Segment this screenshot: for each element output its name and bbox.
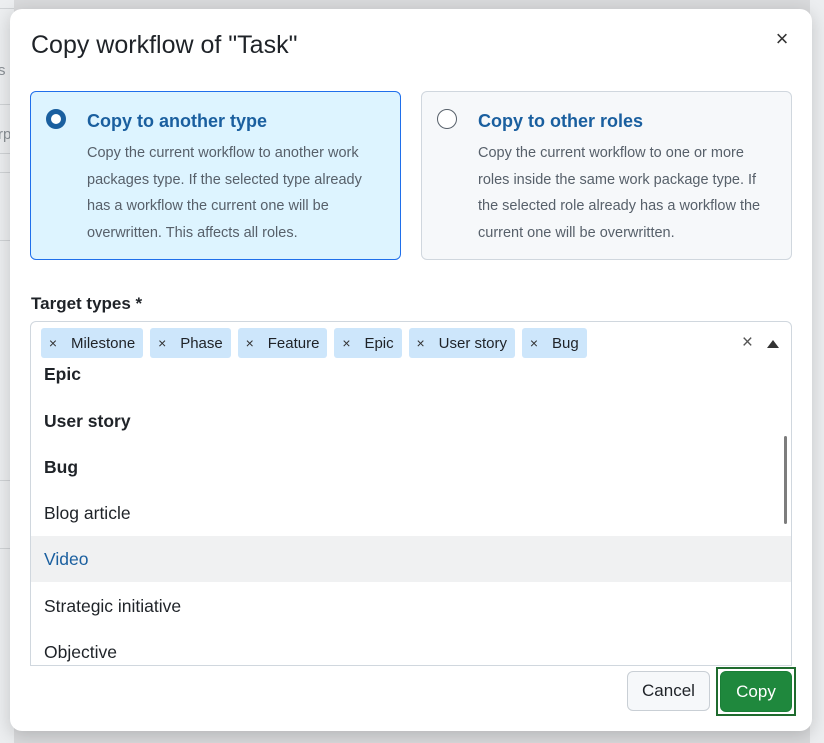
clear-all-icon[interactable]: × xyxy=(742,332,753,354)
option-copy-to-another-type[interactable]: Copy to another type Copy the current wo… xyxy=(30,91,401,260)
option-description: Copy the current workflow to one or more… xyxy=(478,145,761,241)
option-copy-to-other-roles[interactable]: Copy to other roles Copy the current wor… xyxy=(421,91,792,260)
dropdown-item-user-story[interactable]: User story xyxy=(31,398,791,444)
chip-epic: × Epic xyxy=(334,328,402,358)
chip-label: Milestone xyxy=(71,334,136,352)
option-description: Copy the current workflow to another wor… xyxy=(87,145,362,241)
backdrop-divider xyxy=(0,8,14,9)
caret-up-icon[interactable] xyxy=(767,340,779,348)
dropdown-scrollbar[interactable] xyxy=(784,436,787,524)
chip-user-story: × User story xyxy=(408,328,515,358)
target-types-label: Target types * xyxy=(31,294,143,313)
target-types-select[interactable]: × Milestone × Phase × Feature × Epic × U… xyxy=(30,321,792,365)
chip-label: Epic xyxy=(364,334,394,352)
chip-label: Phase xyxy=(180,334,223,352)
chip-bug: × Bug xyxy=(521,328,587,358)
chip-remove-icon[interactable]: × xyxy=(334,335,358,351)
chip-remove-icon[interactable]: × xyxy=(150,335,174,351)
chip-remove-icon[interactable]: × xyxy=(522,335,546,351)
chip-label: Feature xyxy=(267,334,320,352)
cancel-button[interactable]: Cancel xyxy=(627,671,710,711)
chip-phase: × Phase xyxy=(150,328,231,358)
copy-button[interactable]: Copy xyxy=(720,671,792,712)
chip-milestone: × Milestone xyxy=(41,328,144,358)
radio-copy-to-another-type[interactable] xyxy=(46,109,66,129)
dropdown-item-strategic-initiative[interactable]: Strategic initiative xyxy=(31,583,791,629)
option-title: Copy to another type xyxy=(87,111,268,131)
backdrop-right xyxy=(810,0,824,743)
dropdown-item-epic[interactable]: Epic xyxy=(31,364,791,397)
chip-remove-icon[interactable]: × xyxy=(238,335,262,351)
dialog-title: Copy workflow of "Task" xyxy=(31,31,298,59)
close-icon[interactable]: × xyxy=(770,26,794,51)
chip-label: User story xyxy=(438,334,507,352)
backdrop-fragment: s xyxy=(0,62,6,79)
dropdown-item-blog-article[interactable]: Blog article xyxy=(31,490,791,536)
target-types-dropdown: Epic User story Bug Blog article Video S… xyxy=(30,364,792,666)
radio-copy-to-other-roles[interactable] xyxy=(437,109,457,129)
dropdown-item-objective[interactable]: Objective xyxy=(31,629,791,665)
dropdown-item-bug[interactable]: Bug xyxy=(31,444,791,490)
copy-workflow-dialog: Copy workflow of "Task" × Copy to anothe… xyxy=(10,9,812,731)
chip-remove-icon[interactable]: × xyxy=(409,335,433,351)
option-title: Copy to other roles xyxy=(478,111,644,131)
chip-feature: × Feature xyxy=(237,328,328,358)
chip-label: Bug xyxy=(551,334,579,352)
dropdown-item-video[interactable]: Video xyxy=(31,536,791,582)
chip-remove-icon[interactable]: × xyxy=(41,335,65,351)
